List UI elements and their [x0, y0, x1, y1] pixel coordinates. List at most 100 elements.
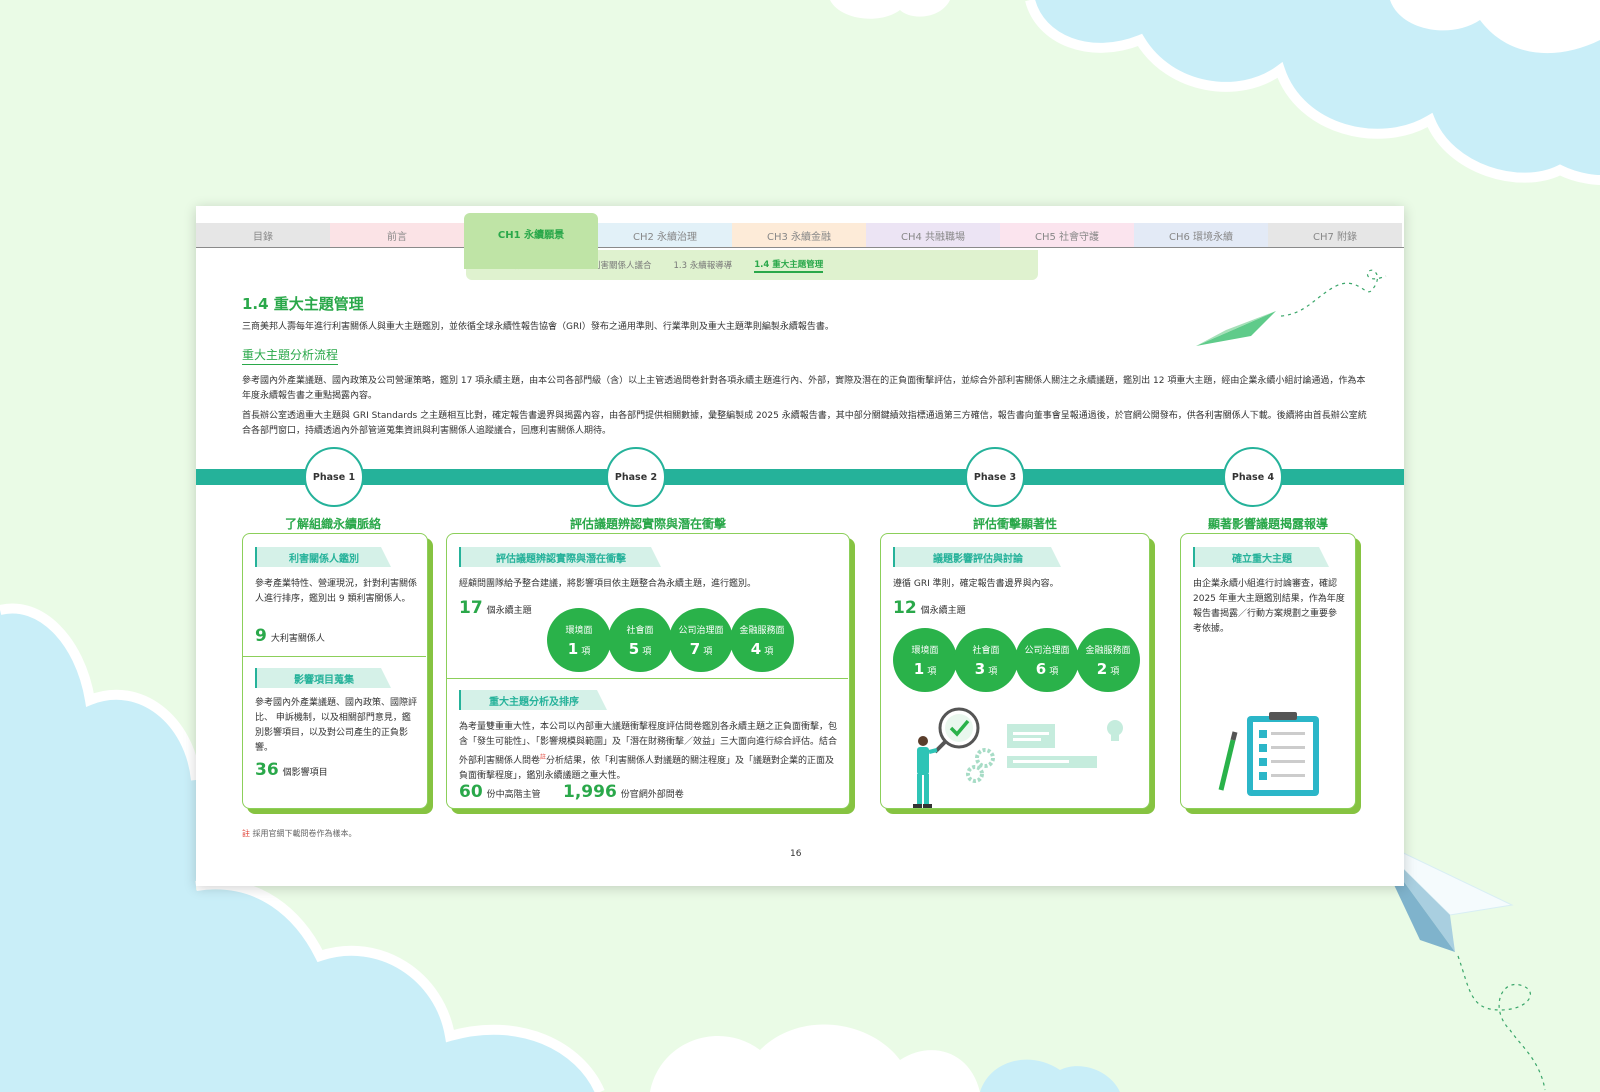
social-circle: 社會面 5項 — [608, 608, 672, 672]
phase-4-badge: Phase 4 — [1223, 447, 1283, 507]
page-number: 16 — [790, 849, 802, 859]
external-survey-unit: 份官網外部問卷 — [620, 790, 684, 800]
social-circle: 社會面 3項 — [954, 628, 1018, 692]
governance-label: 公司治理面 — [678, 625, 724, 636]
stakeholder-identification-text: 參考產業特性、營運現況，針對利害關係人進行排序，鑑別出 9 類利害關係人。 — [255, 579, 418, 604]
person-icon — [913, 736, 938, 808]
environment-unit: 項 — [581, 646, 591, 657]
external-survey-stat: 1,996 份官網外部問卷 — [563, 782, 684, 802]
tab-preface[interactable]: 前言 — [330, 223, 464, 247]
phase-1-box: 利害關係人鑑別 參考產業特性、營運現況，針對利害關係人進行排序，鑑別出 9 類利… — [242, 533, 428, 809]
section-subheading: 重大主題分析流程 — [242, 346, 339, 365]
phase-3-badge: Phase 3 — [965, 447, 1025, 507]
chapter-tabs: 目錄 前言 CH1 永續願景 CH2 永續治理 CH3 永續金融 CH4 共融職… — [196, 213, 1404, 269]
executive-survey-unit: 份中高階主管 — [486, 790, 541, 800]
governance-value: 7 — [689, 639, 701, 658]
executive-survey-stat: 60 份中高階主管 — [459, 782, 541, 802]
checkmark-magnifier-icon — [933, 707, 980, 754]
tab-ch1[interactable]: CH1 永續願景 — [464, 213, 598, 269]
impact-unit: 個影響項目 — [282, 768, 328, 778]
financial-unit: 項 — [764, 646, 774, 657]
financial-value: 4 — [750, 639, 762, 658]
tab-ch4[interactable]: CH4 共融職場 — [866, 223, 1000, 247]
materiality-analysis-text: 為考量雙重重大性，本公司以內部重大議題衝擊程度評估問卷鑑別各永續主題之正負面衝擊… — [459, 720, 839, 784]
phase-4-title: 顯著影響議題揭露報導 — [1207, 517, 1328, 531]
environment-circle: 環境面 1項 — [893, 628, 957, 692]
impact-collection-text: 參考國內外產業議題、國內政策、國際評比、 申訴機制，以及相關部門意見，鑑別影響項… — [255, 698, 418, 753]
impact-collection-label: 影響項目蒐集 — [255, 668, 391, 688]
stakeholder-count: 9 — [255, 626, 267, 646]
impact-evaluation-text: 遵循 GRI 準則，確定報告書邊界與內容。 — [893, 579, 1059, 589]
impact-assessment-label: 評估議題辨認實際與潛在衝擊 — [459, 547, 661, 567]
executive-survey-count: 60 — [459, 782, 483, 802]
phase-4-box: 確立重大主題 由企業永續小組進行討論審查，確認 2025 年重大主題鑑別結果，作… — [1180, 533, 1356, 809]
governance-value: 6 — [1035, 659, 1047, 678]
footnote-text: 採用官網下載問卷作為樣本。 — [252, 829, 357, 838]
impact-evaluation-label: 議題影響評估與討論 — [893, 547, 1061, 567]
phase-2-title: 評估議題辨認實際與潛在衝擊 — [569, 517, 726, 531]
tab-contents[interactable]: 目錄 — [196, 223, 330, 247]
governance-circle: 公司治理面 7項 — [669, 608, 733, 672]
tab-ch2[interactable]: CH2 永續治理 — [598, 223, 732, 247]
tab-ch3[interactable]: CH3 永續金融 — [732, 223, 866, 247]
confirm-material-topics-text: 由企業永續小組進行討論審查，確認 2025 年重大主題鑑別結果，作為年度報告書揭… — [1193, 579, 1345, 634]
environment-unit: 項 — [927, 666, 937, 677]
confirm-material-topics-label: 確立重大主題 — [1193, 547, 1329, 567]
phase-1-badge: Phase 1 — [304, 447, 364, 507]
page-title: 1.4 重大主題管理 — [242, 295, 364, 313]
material-topics-stat: 12 個永續主題 — [893, 598, 966, 618]
subnav-item-1-4[interactable]: 1.4 重大主題管理 — [754, 258, 824, 273]
social-label: 社會面 — [972, 645, 1000, 656]
stakeholder-stat: 9 大利害關係人 — [255, 626, 325, 646]
financial-label: 金融服務面 — [1085, 645, 1131, 656]
material-topics-unit: 個永續主題 — [920, 606, 966, 616]
paper-plane-small-icon — [1196, 269, 1387, 346]
subnav-item-1-3[interactable]: 1.3 永續報導導 — [673, 259, 732, 271]
environment-label: 環境面 — [565, 625, 593, 636]
impact-count: 36 — [255, 760, 279, 780]
tab-ch7[interactable]: CH7 附錄 — [1268, 223, 1402, 247]
environment-value: 1 — [567, 639, 579, 658]
phase-3-title: 評估衝擊顯著性 — [972, 517, 1057, 531]
financial-unit: 項 — [1110, 666, 1120, 677]
lightbulb-icon — [1107, 720, 1123, 741]
stakeholder-unit: 大利害關係人 — [270, 634, 325, 644]
gear-icon — [966, 748, 995, 783]
governance-unit: 項 — [703, 646, 713, 657]
governance-circle: 公司治理面 6項 — [1015, 628, 1079, 692]
financial-circle: 金融服務面 4項 — [730, 608, 794, 672]
analysis-illustration — [913, 707, 1123, 808]
divider — [447, 678, 848, 679]
clipboard-icon — [1218, 712, 1319, 796]
phase-1-title: 了解組織永續脈絡 — [284, 517, 381, 531]
external-survey-count: 1,996 — [563, 782, 617, 802]
social-unit: 項 — [988, 666, 998, 677]
materiality-analysis-label: 重大主題分析及排序 — [459, 690, 607, 710]
social-unit: 項 — [642, 646, 652, 657]
impact-stat: 36 個影響項目 — [255, 760, 328, 780]
governance-label: 公司治理面 — [1024, 645, 1070, 656]
financial-value: 2 — [1096, 659, 1108, 678]
social-value: 5 — [628, 639, 640, 658]
environment-circle: 環境面 1項 — [547, 608, 611, 672]
tab-ch5[interactable]: CH5 社會守護 — [1000, 223, 1134, 247]
topics-count: 17 — [459, 598, 483, 618]
phase-2-badge: Phase 2 — [606, 447, 666, 507]
environment-label: 環境面 — [911, 645, 939, 656]
footnote-mark: 註 — [242, 829, 250, 838]
financial-circle: 金融服務面 2項 — [1076, 628, 1140, 692]
material-topics-count: 12 — [893, 598, 917, 618]
environment-value: 1 — [913, 659, 925, 678]
footnote: 註 採用官網下載問卷作為樣本。 — [242, 828, 357, 839]
paragraph-2: 首長辦公室透過重大主題與 GRI Standards 之主題相互比對，確定報告書… — [242, 411, 1367, 436]
tab-ch6[interactable]: CH6 環境永續 — [1134, 223, 1268, 247]
social-label: 社會面 — [626, 625, 654, 636]
report-page: 目錄 前言 CH1 永續願景 CH2 永續治理 CH3 永續金融 CH4 共融職… — [196, 206, 1404, 886]
stakeholder-identification-label: 利害關係人鑑別 — [255, 547, 391, 567]
phase-2-box: 評估議題辨認實際與潛在衝擊 經顧問團隊給予整合建議，將影響項目依主題整合為永續主… — [446, 533, 850, 809]
intro-text: 三商美邦人壽每年進行利害關係人與重大主題鑑別，並依循全球永續性報告協會（GRI）… — [242, 322, 834, 332]
paragraph-1: 參考國內外產業議題、國內政策及公司營運策略，鑑別 17 項永續主題，由本公司各部… — [242, 376, 1366, 401]
governance-unit: 項 — [1049, 666, 1059, 677]
topics-stat: 17 個永續主題 — [459, 598, 532, 618]
impact-assessment-text: 經顧問團隊給予整合建議，將影響項目依主題整合為永續主題，進行鑑別。 — [459, 579, 757, 589]
